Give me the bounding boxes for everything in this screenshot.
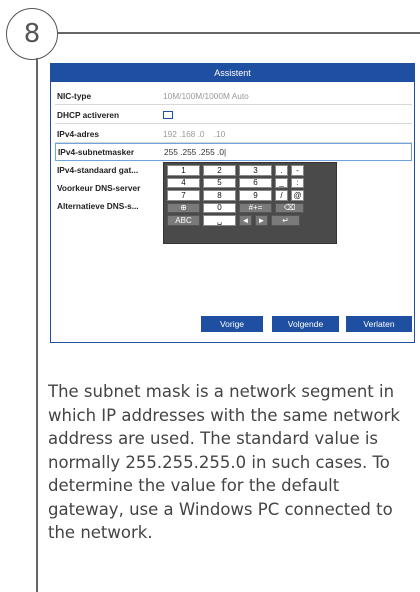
keyboard-row: ⊕ 0 #+= ⌫ [167,202,333,213]
keyboard-row: 1 2 3 . - [167,165,333,176]
step-number: 8 [23,19,41,49]
abc-key[interactable]: ABC [167,215,200,226]
dns-preferred-label: Voorkeur DNS-server [57,183,141,193]
backspace-icon[interactable]: ⌫ [275,202,304,213]
key-dot[interactable]: . [275,165,288,176]
ipv4-address-field[interactable]: 192 .168 .0 .10 [163,129,225,139]
key-6[interactable]: 6 [239,177,272,188]
key-at[interactable]: @ [291,190,304,201]
keyboard-row: 7 8 9 / @ [167,190,333,201]
ipv4-subnet-label: IPv4-subnetmasker [58,147,135,157]
nic-type-label: NIC-type [57,91,92,101]
onscreen-keyboard: 1 2 3 . - 4 5 6 _ : 7 8 9 / @ ⊕ 0 #+= ⌫ … [163,162,337,244]
key-5[interactable]: 5 [203,177,236,188]
symbols-key[interactable]: #+= [239,202,272,213]
key-dash[interactable]: - [291,165,304,176]
window-title: Assistent [51,64,414,82]
previous-button[interactable]: Vorige [201,316,263,332]
arrow-left-icon[interactable]: ◄ [239,215,252,226]
next-button[interactable]: Volgende [272,316,339,332]
ipv4-subnet-row: IPv4-subnetmasker 255 .255 .255 .0| [55,143,412,161]
nic-type-value: 10M/100M/1000M Auto [163,91,249,101]
enter-icon[interactable]: ↵ [271,215,300,226]
key-7[interactable]: 7 [167,190,200,201]
ipv4-subnet-field[interactable]: 255 .255 .255 .0| [164,147,226,157]
dhcp-label: DHCP activeren [57,110,120,120]
dns-alternate-label: Alternatieve DNS-s... [57,201,139,211]
arrow-right-icon[interactable]: ► [255,215,268,226]
key-underscore[interactable]: _ [275,177,288,188]
key-3[interactable]: 3 [239,165,272,176]
key-0[interactable]: 0 [203,202,236,213]
cancel-button[interactable]: Verlaten [346,316,412,332]
key-9[interactable]: 9 [239,190,272,201]
ipv4-gateway-label: IPv4-standaard gat... [57,165,139,175]
description-text: The subnet mask is a network segment in … [48,382,400,542]
space-key[interactable]: ␣ [203,215,236,226]
nic-type-row: NIC-type 10M/100M/1000M Auto [55,88,412,105]
side-divider [36,58,38,592]
ipv4-address-label: IPv4-adres [57,129,99,139]
globe-icon[interactable]: ⊕ [167,202,200,213]
top-divider [58,32,420,34]
assistant-window: Assistent NIC-type 10M/100M/1000M Auto D… [50,63,415,343]
keyboard-row: ABC ␣ ◄ ► ↵ [167,215,333,226]
key-4[interactable]: 4 [167,177,200,188]
key-slash[interactable]: / [275,190,288,201]
key-8[interactable]: 8 [203,190,236,201]
dhcp-row: DHCP activeren [55,107,412,124]
key-2[interactable]: 2 [203,165,236,176]
ipv4-address-row: IPv4-adres 192 .168 .0 .10 [55,126,412,143]
dhcp-checkbox[interactable] [163,111,173,119]
key-colon[interactable]: : [291,177,304,188]
keyboard-row: 4 5 6 _ : [167,177,333,188]
key-1[interactable]: 1 [167,165,200,176]
step-number-badge: 8 [6,8,58,60]
